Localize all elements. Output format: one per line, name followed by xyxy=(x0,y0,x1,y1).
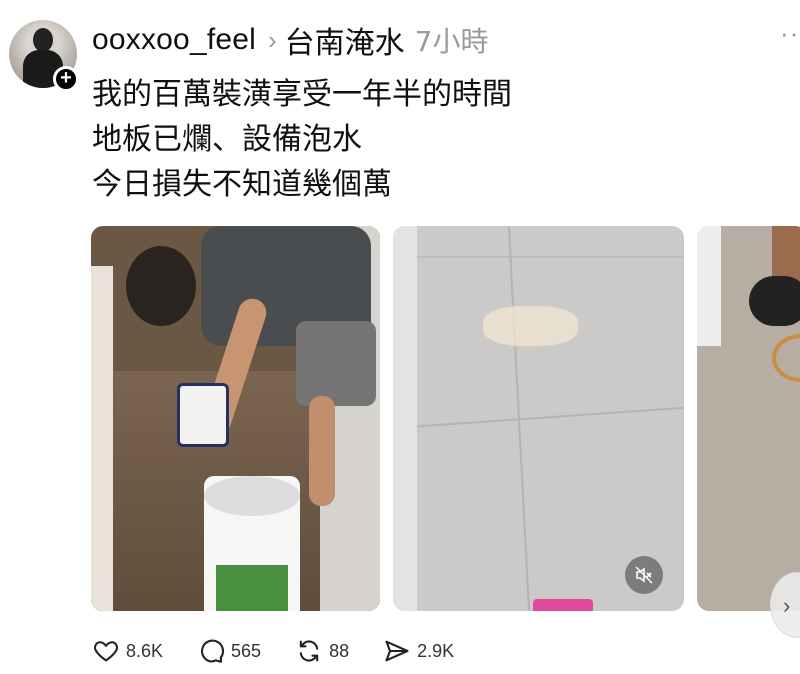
photo-cabinet-edge xyxy=(91,266,113,611)
media-photo-1[interactable] xyxy=(91,226,380,611)
pink-object xyxy=(533,599,593,611)
chevron-right-icon: › xyxy=(783,593,791,618)
speech-bubble-icon xyxy=(201,639,225,663)
post-timestamp: 7小時 xyxy=(414,25,489,58)
video-wall xyxy=(393,226,417,611)
reply-button[interactable]: 565 xyxy=(197,637,261,665)
photo-sandal xyxy=(749,276,800,326)
post-text-line: 我的百萬裝潢享受一年半的時間 xyxy=(92,77,512,112)
follow-plus-icon[interactable]: + xyxy=(53,66,79,92)
bucket-rim xyxy=(204,476,300,516)
heart-icon xyxy=(93,641,119,662)
share-button[interactable]: 2.9K xyxy=(383,637,454,665)
like-count: 8.6K xyxy=(126,640,164,661)
photo-person-leg xyxy=(309,396,335,506)
send-paper-plane-icon xyxy=(385,640,409,662)
reply-count: 565 xyxy=(231,640,262,661)
chevron-right-icon: › xyxy=(268,24,277,55)
post-body: 我的百萬裝潢享受一年半的時間 地板已爛、設備泡水 今日損失不知道幾個萬 xyxy=(92,72,512,207)
photo-small-bucket xyxy=(177,383,229,447)
photo-cable xyxy=(772,334,800,382)
tile-grout xyxy=(417,406,684,428)
share-count: 2.9K xyxy=(417,640,455,661)
like-button[interactable]: 8.6K xyxy=(92,637,163,665)
photo-big-bucket xyxy=(204,476,300,611)
post-text-line: 地板已爛、設備泡水 xyxy=(92,122,362,157)
post-header: ooxxoo_feel › 台南淹水 7小時 xyxy=(92,22,489,61)
username-link[interactable]: ooxxoo_feel xyxy=(92,23,256,57)
post-text-line: 今日損失不知道幾個萬 xyxy=(92,167,392,202)
avatar-figure-head xyxy=(33,28,53,52)
repost-arrows-icon xyxy=(299,640,319,662)
bucket-label xyxy=(216,565,288,611)
floor-glare xyxy=(483,306,578,346)
tile-grout xyxy=(417,256,684,258)
repost-button[interactable]: 88 xyxy=(295,637,349,665)
media-photo-3[interactable] xyxy=(697,226,800,611)
media-video-2[interactable] xyxy=(393,226,684,611)
photo-bucket xyxy=(697,226,721,346)
photo-person-head xyxy=(126,246,196,326)
more-dots-icon[interactable]: ··· xyxy=(780,18,800,49)
muted-speaker-icon[interactable] xyxy=(625,556,663,594)
photo-person-shorts xyxy=(296,321,376,406)
topic-tag-link[interactable]: 台南淹水 xyxy=(285,18,405,62)
repost-count: 88 xyxy=(329,640,350,661)
action-bar: 8.6K 565 88 2.9K xyxy=(92,634,488,668)
